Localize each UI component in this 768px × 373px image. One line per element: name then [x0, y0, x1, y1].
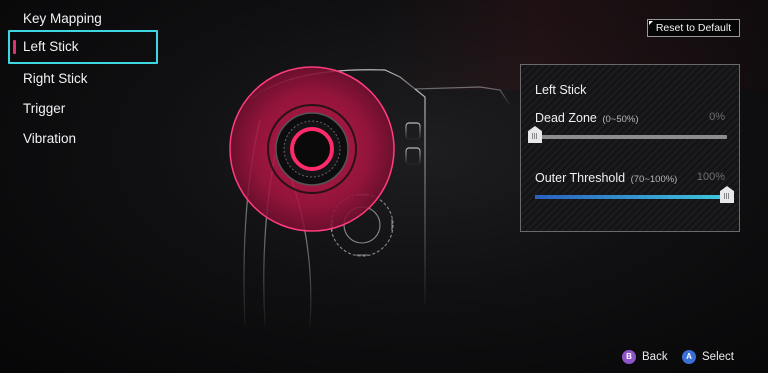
select-label: Select — [702, 351, 734, 363]
outer-threshold-value: 100% — [696, 171, 725, 183]
dead-zone-label-text: Dead Zone — [535, 111, 597, 125]
dead-zone-label: Dead Zone (0~50%) — [535, 111, 639, 125]
corner-mark-icon — [649, 21, 653, 25]
sidebar-item-label: Key Mapping — [23, 11, 102, 26]
outer-threshold-label-text: Outer Threshold — [535, 171, 626, 185]
panel-title: Left Stick — [535, 83, 587, 97]
a-button-icon: A — [682, 349, 696, 364]
outer-threshold-slider-thumb[interactable] — [720, 186, 734, 203]
outer-threshold-label: Outer Threshold (70~100%) — [535, 171, 677, 185]
sidebar-item-label: Trigger — [23, 101, 66, 116]
left-stick-settings-panel: Left Stick Dead Zone (0~50%) 0% Outer Th… — [520, 64, 740, 232]
outer-threshold-fill — [535, 195, 727, 199]
dead-zone-slider-thumb[interactable] — [528, 126, 542, 143]
back-hint[interactable]: B Back — [622, 349, 668, 365]
sidebar-item-vibration[interactable]: Vibration — [8, 122, 158, 156]
select-hint[interactable]: A Select — [682, 349, 734, 365]
reset-label: Reset to Default — [655, 22, 732, 34]
dead-zone-value: 0% — [709, 111, 725, 123]
back-label: Back — [642, 351, 668, 363]
outer-threshold-range: (70~100%) — [630, 174, 678, 185]
sidebar-item-right-stick[interactable]: Right Stick — [8, 62, 158, 96]
active-marker — [13, 40, 16, 54]
outer-threshold-slider[interactable] — [535, 186, 734, 203]
b-button-icon: B — [622, 349, 636, 364]
sidebar-item-label: Left Stick — [23, 39, 79, 54]
sidebar-item-left-stick[interactable]: Left Stick — [8, 30, 158, 64]
dead-zone-slider[interactable] — [528, 126, 727, 143]
reset-to-default-button[interactable]: Reset to Default — [647, 19, 740, 37]
controller-illustration-icon — [229, 66, 510, 325]
dead-zone-range: (0~50%) — [602, 114, 639, 125]
sidebar-item-trigger[interactable]: Trigger — [8, 92, 158, 126]
sidebar-item-label: Right Stick — [23, 71, 88, 86]
sidebar-item-label: Vibration — [23, 131, 77, 146]
